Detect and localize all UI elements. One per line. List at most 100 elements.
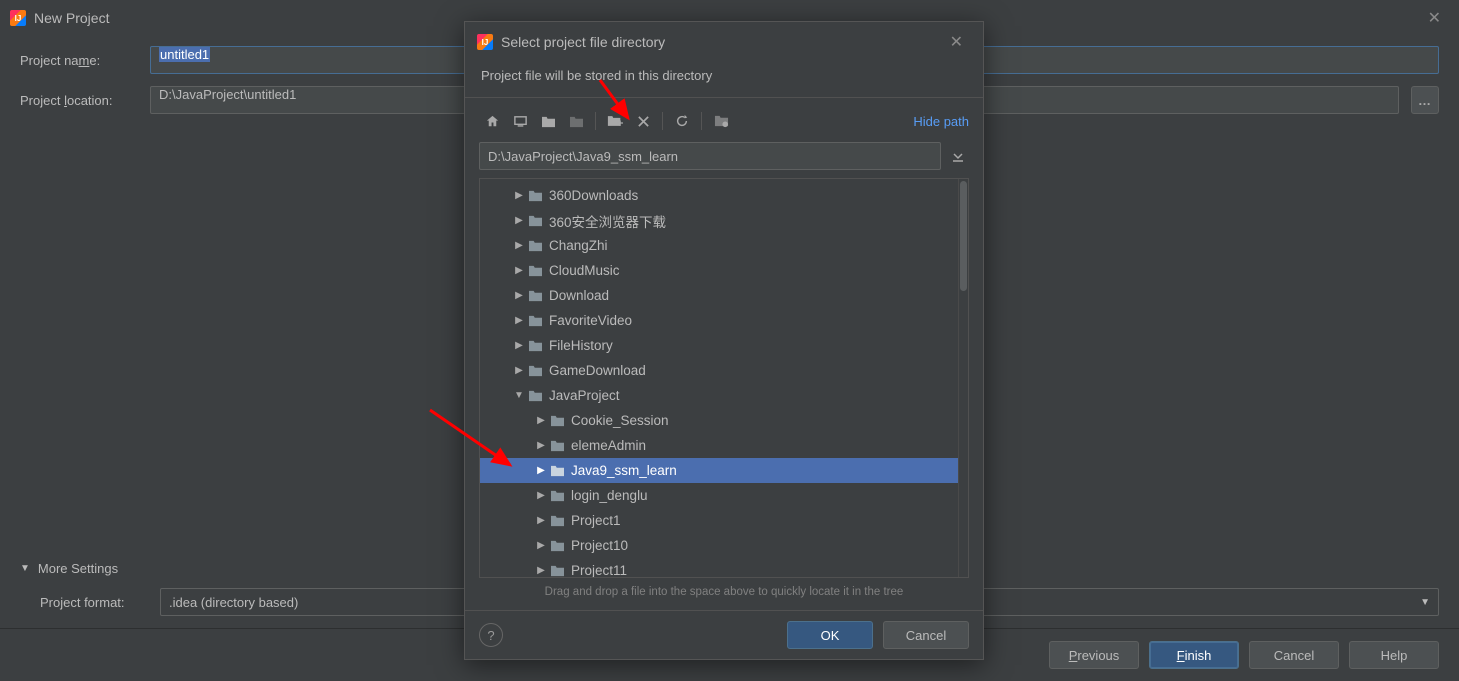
- finish-button[interactable]: Finish: [1149, 641, 1239, 669]
- previous-button[interactable]: Previous: [1049, 641, 1139, 669]
- tree-item-label: FavoriteVideo: [549, 313, 632, 328]
- delete-icon[interactable]: [630, 108, 656, 134]
- folder-icon: [550, 414, 565, 427]
- separator: [662, 112, 663, 130]
- tree-item[interactable]: ▶ FileHistory: [480, 333, 958, 358]
- tree-item-label: elemeAdmin: [571, 438, 646, 453]
- tree-item[interactable]: ▶Cookie_Session: [480, 408, 958, 433]
- tree-item-label: 360安全浏览器下载: [549, 211, 666, 231]
- folder-icon: [528, 389, 543, 402]
- inner-subtitle: Project file will be stored in this dire…: [465, 62, 983, 97]
- chevron-right-icon[interactable]: ▶: [512, 315, 526, 326]
- folder-icon: [528, 239, 543, 252]
- tree-item-label: GameDownload: [549, 363, 646, 378]
- chevron-down-icon: ▼: [1420, 597, 1430, 608]
- scroll-thumb[interactable]: [960, 181, 967, 291]
- folder-icon: [528, 289, 543, 302]
- chevron-down-icon: ▼: [20, 563, 30, 574]
- chevron-right-icon[interactable]: ▶: [534, 440, 548, 451]
- tree-item[interactable]: ▶CloudMusic: [480, 258, 958, 283]
- folder-icon: [528, 314, 543, 327]
- path-row: [479, 142, 969, 170]
- folder-icon: [528, 189, 543, 202]
- chevron-right-icon[interactable]: ▶: [534, 465, 548, 476]
- intellij-icon: [10, 10, 26, 26]
- tree-item[interactable]: ▶Project10: [480, 533, 958, 558]
- browse-button[interactable]: …: [1411, 86, 1439, 114]
- tree-item[interactable]: ▶ Java9_ssm_learn: [480, 458, 958, 483]
- chevron-down-icon[interactable]: ▼: [512, 390, 526, 401]
- tree-item[interactable]: ▶ 360Downloads: [480, 183, 958, 208]
- tree-item-label: 360Downloads: [549, 188, 638, 203]
- ok-button[interactable]: OK: [787, 621, 873, 649]
- drag-hint: Drag and drop a file into the space abov…: [479, 578, 969, 610]
- scrollbar[interactable]: [958, 179, 968, 577]
- chevron-right-icon[interactable]: ▶: [534, 415, 548, 426]
- refresh-icon[interactable]: [669, 108, 695, 134]
- tree-item[interactable]: ▶ 360安全浏览器下载: [480, 208, 958, 233]
- chevron-right-icon[interactable]: ▶: [534, 515, 548, 526]
- inner-content: Hide path ▶ 360Downloads ▶ 360安全浏览器下载 ▶ Chang…: [465, 97, 983, 610]
- inner-title: Select project file directory: [501, 34, 665, 50]
- cancel-button[interactable]: Cancel: [883, 621, 969, 649]
- tree-item[interactable]: ▶ elemeAdmin: [480, 433, 958, 458]
- tree-item-label: ChangZhi: [549, 238, 608, 253]
- label-project-location: Project location:: [20, 93, 138, 108]
- folder-icon: [528, 364, 543, 377]
- folder-icon: [550, 464, 565, 477]
- tree-item[interactable]: ▶login_denglu: [480, 483, 958, 508]
- directory-tree[interactable]: ▶ 360Downloads ▶ 360安全浏览器下载 ▶ ChangZhi ▶CloudM…: [480, 179, 958, 577]
- help-button[interactable]: Help: [1349, 641, 1439, 669]
- toolbar: Hide path: [479, 108, 969, 134]
- tree-item[interactable]: ▼JavaProject: [480, 383, 958, 408]
- chevron-right-icon[interactable]: ▶: [512, 365, 526, 376]
- chevron-right-icon[interactable]: ▶: [512, 190, 526, 201]
- tree-item[interactable]: ▶ Project1: [480, 508, 958, 533]
- inner-footer: ? OK Cancel: [465, 610, 983, 659]
- close-icon[interactable]: ✕: [1420, 4, 1449, 32]
- hide-path-link[interactable]: Hide path: [913, 114, 969, 129]
- show-hidden-icon[interactable]: [708, 108, 734, 134]
- history-dropdown-icon[interactable]: [947, 142, 969, 170]
- project-format-value: .idea (directory based): [169, 595, 298, 610]
- tree-item-label: Project11: [571, 563, 627, 577]
- chevron-right-icon[interactable]: ▶: [534, 540, 548, 551]
- folder-icon: [550, 539, 565, 552]
- tree-item-label: Project1: [571, 513, 621, 528]
- separator: [701, 112, 702, 130]
- chevron-right-icon[interactable]: ▶: [512, 215, 526, 226]
- desktop-icon[interactable]: [507, 108, 533, 134]
- tree-item[interactable]: ▶ Project11: [480, 558, 958, 577]
- home-icon[interactable]: [479, 108, 505, 134]
- chevron-right-icon[interactable]: ▶: [534, 565, 548, 576]
- help-icon[interactable]: ?: [479, 623, 503, 647]
- path-input[interactable]: [479, 142, 941, 170]
- folder-icon: [528, 264, 543, 277]
- tree-item[interactable]: ▶ GameDownload: [480, 358, 958, 383]
- tree-item[interactable]: ▶ Download: [480, 283, 958, 308]
- tree-item-label: Java9_ssm_learn: [571, 463, 677, 478]
- chevron-right-icon[interactable]: ▶: [512, 240, 526, 251]
- chevron-right-icon[interactable]: ▶: [512, 290, 526, 301]
- label-project-name: Project name:: [20, 53, 138, 68]
- tree-item[interactable]: ▶ ChangZhi: [480, 233, 958, 258]
- chevron-right-icon[interactable]: ▶: [512, 340, 526, 351]
- module-root-icon: [563, 108, 589, 134]
- folder-icon: [550, 514, 565, 527]
- tree-item[interactable]: ▶ FavoriteVideo: [480, 308, 958, 333]
- new-folder-icon[interactable]: [602, 108, 628, 134]
- label-project-format: Project format:: [40, 595, 148, 610]
- close-icon[interactable]: ✕: [942, 28, 971, 56]
- separator: [595, 112, 596, 130]
- chevron-right-icon[interactable]: ▶: [534, 490, 548, 501]
- cancel-button[interactable]: Cancel: [1249, 641, 1339, 669]
- folder-icon: [550, 564, 565, 577]
- tree-item-label: Download: [549, 288, 609, 303]
- tree-item-label: FileHistory: [549, 338, 613, 353]
- inner-title-bar: Select project file directory ✕: [465, 22, 983, 62]
- select-directory-dialog: Select project file directory ✕ Project …: [464, 21, 984, 660]
- project-root-icon[interactable]: [535, 108, 561, 134]
- outer-title: New Project: [34, 10, 109, 26]
- tree-wrap: ▶ 360Downloads ▶ 360安全浏览器下载 ▶ ChangZhi ▶CloudM…: [479, 178, 969, 578]
- chevron-right-icon[interactable]: ▶: [512, 265, 526, 276]
